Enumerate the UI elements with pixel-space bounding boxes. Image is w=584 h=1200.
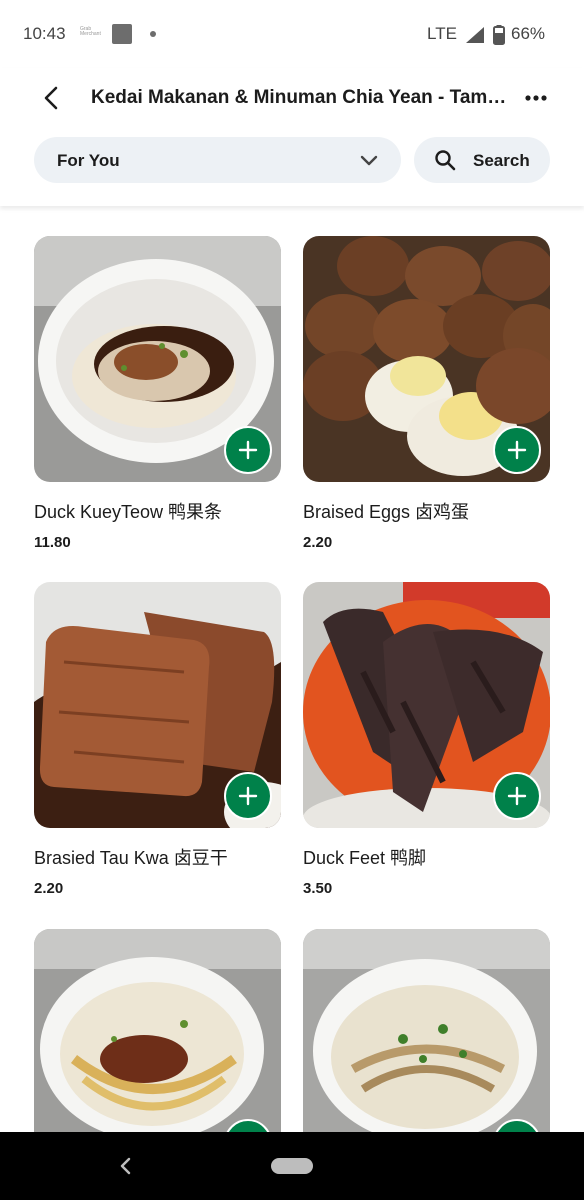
plus-icon <box>507 786 527 806</box>
item-name: Braised Eggs 卤鸡蛋 <box>303 502 470 522</box>
search-icon <box>435 150 456 171</box>
item-name: Duck KueyTeow 鸭果条 <box>34 502 223 522</box>
item-name: Duck Feet 鸭脚 <box>303 848 427 868</box>
plus-icon <box>507 440 527 460</box>
status-carrier-icon: Grab Merchant <box>80 26 101 37</box>
add-to-cart-button[interactable] <box>224 772 272 820</box>
search-button[interactable]: Search <box>414 137 550 183</box>
status-bar: 10:43 Grab Merchant LTE 66% <box>0 0 584 68</box>
signal-icon <box>466 27 484 43</box>
item-name: Brasied Tau Kwa 卤豆干 <box>34 848 228 868</box>
battery-icon <box>493 25 505 45</box>
more-icon <box>525 95 547 101</box>
item-price: 2.20 <box>303 534 333 551</box>
notification-dot-icon <box>150 31 156 37</box>
plus-icon <box>238 440 258 460</box>
status-battery: 66% <box>511 24 546 43</box>
system-nav-bar <box>0 1132 584 1200</box>
status-network: LTE <box>427 24 457 43</box>
item-price: 2.20 <box>34 880 64 897</box>
add-to-cart-button[interactable] <box>224 426 272 474</box>
notification-icon <box>112 24 132 44</box>
search-label: Search <box>473 151 530 170</box>
chevron-down-icon <box>360 155 378 166</box>
plus-icon <box>238 786 258 806</box>
item-price: 11.80 <box>34 534 71 551</box>
category-selected-label: For You <box>57 151 120 170</box>
nav-home-button[interactable] <box>271 1158 313 1174</box>
store-title: Kedai Makanan & Minuman Chia Yean - Tam… <box>91 87 507 108</box>
category-dropdown[interactable]: For You <box>34 137 401 183</box>
more-button[interactable] <box>520 82 552 114</box>
add-to-cart-button[interactable] <box>493 426 541 474</box>
back-arrow-icon <box>44 86 58 110</box>
status-time: 10:43 <box>23 24 66 43</box>
nav-back-icon[interactable] <box>116 1154 136 1178</box>
back-button[interactable] <box>36 82 68 114</box>
item-price: 3.50 <box>303 880 333 897</box>
add-to-cart-button[interactable] <box>493 772 541 820</box>
store-header: Kedai Makanan & Minuman Chia Yean - Tam…… <box>0 68 584 206</box>
